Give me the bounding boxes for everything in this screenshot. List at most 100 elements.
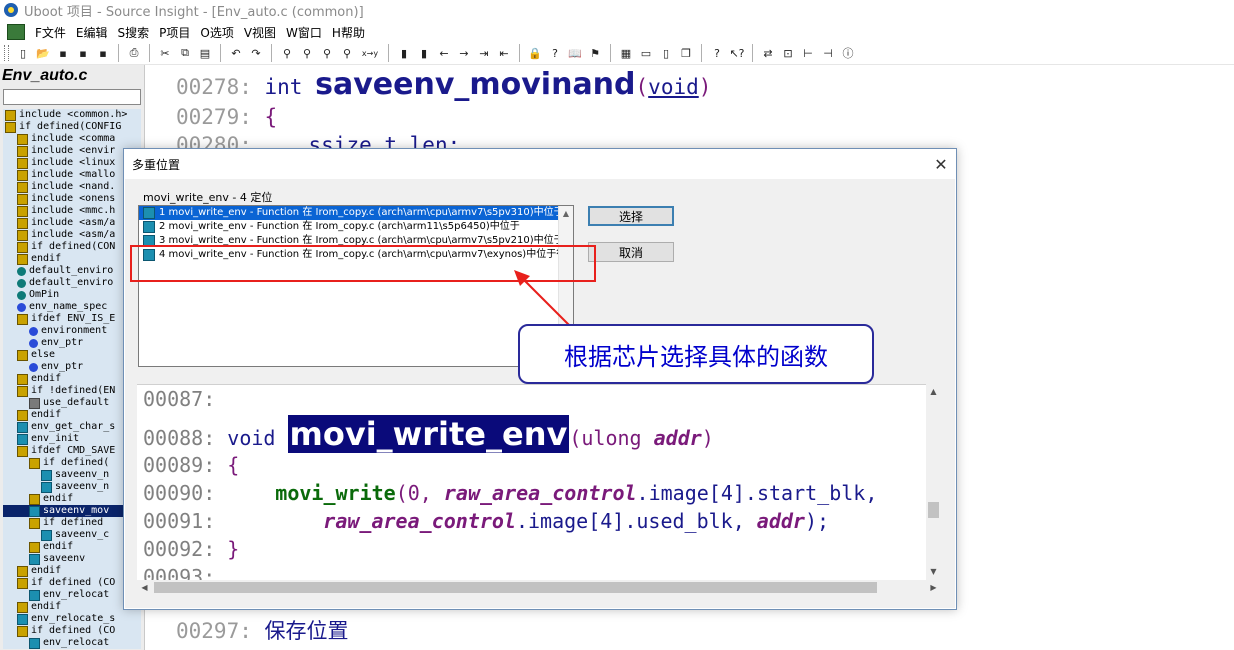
symbol-item[interactable]: default_enviro <box>3 277 141 289</box>
menu-project[interactable]: P项目 <box>159 24 190 41</box>
browse-icon[interactable]: 📖 <box>567 45 583 61</box>
call-graph-icon[interactable]: ⊣ <box>820 45 836 61</box>
symbol-item[interactable]: default_enviro <box>3 265 141 277</box>
symbol-item[interactable]: env_get_char_s <box>3 421 141 433</box>
symbol-tree[interactable]: include <common.h> if defined(CONFIG inclu… <box>3 109 141 649</box>
symbol-item[interactable]: saveenv <box>3 553 141 565</box>
scroll-up-icon[interactable]: ▲ <box>559 206 573 220</box>
symbol-item[interactable]: environment <box>3 325 141 337</box>
window-tile-icon[interactable]: ▦ <box>618 45 634 61</box>
symbol-filter-input[interactable] <box>3 89 141 105</box>
symbol-item[interactable]: env_relocat <box>3 589 141 601</box>
location-item[interactable]: 2 movi_write_env - Function 在 Irom_copy.… <box>139 220 573 234</box>
preview-horizontal-scrollbar[interactable]: ◀ ▶ <box>137 580 941 595</box>
locations-list[interactable]: 1 movi_write_env - Function 在 Irom_copy.… <box>138 205 574 367</box>
search-next-icon[interactable]: ⚲ <box>299 45 315 61</box>
lookup-icon[interactable]: ⚑ <box>587 45 603 61</box>
symbol-item[interactable]: else <box>3 349 141 361</box>
replace-icon[interactable]: x→y <box>359 45 381 61</box>
symbol-item[interactable]: saveenv_c <box>3 529 141 541</box>
symbol-item[interactable]: use_default <box>3 397 141 409</box>
scroll-right-icon[interactable]: ▶ <box>926 580 941 595</box>
cut-icon[interactable]: ✂ <box>157 45 173 61</box>
search-project-icon[interactable]: ⚲ <box>339 45 355 61</box>
window-cascade-icon[interactable]: ❐ <box>678 45 694 61</box>
bookmark-icon[interactable]: ▮ <box>396 45 412 61</box>
new-file-icon[interactable]: ▯ <box>15 45 31 61</box>
menu-view[interactable]: V视图 <box>244 24 276 41</box>
symbol-item[interactable]: if defined <box>3 517 141 529</box>
help-icon[interactable]: ? <box>709 45 725 61</box>
select-button[interactable]: 选择 <box>588 206 674 226</box>
symbol-item[interactable]: ifdef CMD_SAVE <box>3 445 141 457</box>
indent-icon[interactable]: ⇥ <box>476 45 492 61</box>
window-horizontal-icon[interactable]: ▭ <box>638 45 654 61</box>
relation-icon[interactable]: ⊡ <box>780 45 796 61</box>
menu-help[interactable]: H帮助 <box>332 24 365 41</box>
symbol-item[interactable]: include <mmc.h <box>3 205 141 217</box>
tree-icon[interactable]: ⊢ <box>800 45 816 61</box>
symbol-item[interactable]: env_init <box>3 433 141 445</box>
symbol-item[interactable]: saveenv_mov <box>3 505 141 517</box>
symbol-item[interactable]: include <common.h> <box>3 109 141 121</box>
location-item[interactable]: 1 movi_write_env - Function 在 Irom_copy.… <box>139 206 573 220</box>
undo-icon[interactable]: ↶ <box>228 45 244 61</box>
scroll-down-icon[interactable]: ▼ <box>926 564 941 579</box>
close-icon[interactable]: ✕ <box>926 151 956 177</box>
info-icon[interactable]: ⓘ <box>840 45 856 61</box>
search-prev-icon[interactable]: ⚲ <box>319 45 335 61</box>
copy-icon[interactable]: ⧉ <box>177 45 193 61</box>
sync-icon[interactable]: ⇄ <box>760 45 776 61</box>
outdent-icon[interactable]: ⇤ <box>496 45 512 61</box>
toolbar-grip[interactable] <box>4 45 9 61</box>
symbol-item[interactable]: endif <box>3 541 141 553</box>
context-help-icon[interactable]: ↖? <box>729 45 745 61</box>
symbol-item[interactable]: ifdef ENV_IS_E <box>3 313 141 325</box>
symbol-item[interactable]: if defined( <box>3 457 141 469</box>
lock-icon[interactable]: 🔒 <box>527 45 543 61</box>
symbol-item[interactable]: if !defined(EN <box>3 385 141 397</box>
preview-vertical-scrollbar[interactable]: ▲ ▼ <box>926 384 941 580</box>
scroll-up-icon[interactable]: ▲ <box>926 384 941 399</box>
menu-window[interactable]: W窗口 <box>286 24 322 41</box>
symbol-item[interactable]: include <linux <box>3 157 141 169</box>
window-vertical-icon[interactable]: ▯ <box>658 45 674 61</box>
menu-search[interactable]: S搜索 <box>118 24 150 41</box>
save-icon[interactable]: ▪ <box>55 45 71 61</box>
symbol-item[interactable]: env_name_spec <box>3 301 141 313</box>
symbol-item[interactable]: include <comma <box>3 133 141 145</box>
scrollbar-thumb[interactable] <box>928 502 939 518</box>
symbol-item[interactable]: endif <box>3 373 141 385</box>
menu-file[interactable]: F文件 <box>35 24 66 41</box>
symbol-item[interactable]: endif <box>3 601 141 613</box>
symbol-item[interactable]: if defined(CONFIG <box>3 121 141 133</box>
symbol-item[interactable]: include <asm/a <box>3 229 141 241</box>
symbol-item[interactable]: env_ptr <box>3 337 141 349</box>
print-icon[interactable]: ⎙ <box>126 45 142 61</box>
symbol-item[interactable]: env_relocat <box>3 637 141 649</box>
symbol-item[interactable]: include <asm/a <box>3 217 141 229</box>
symbol-info-icon[interactable]: ? <box>547 45 563 61</box>
symbol-item[interactable]: endif <box>3 493 141 505</box>
symbol-item[interactable]: include <envir <box>3 145 141 157</box>
paste-icon[interactable]: ▤ <box>197 45 213 61</box>
save-as-icon[interactable]: ▪ <box>75 45 91 61</box>
cancel-button[interactable]: 取消 <box>588 242 674 262</box>
symbol-item[interactable]: endif <box>3 409 141 421</box>
symbol-item[interactable]: include <mallo <box>3 169 141 181</box>
menu-edit[interactable]: E编辑 <box>76 24 108 41</box>
symbol-item[interactable]: if defined(CON <box>3 241 141 253</box>
bookmark-list-icon[interactable]: ▮ <box>416 45 432 61</box>
symbol-item[interactable]: saveenv_n <box>3 469 141 481</box>
symbol-item[interactable]: include <nand. <box>3 181 141 193</box>
save-all-icon[interactable]: ▪ <box>95 45 111 61</box>
forward-icon[interactable]: → <box>456 45 472 61</box>
symbol-item[interactable]: saveenv_n <box>3 481 141 493</box>
symbol-item[interactable]: env_relocate_s <box>3 613 141 625</box>
redo-icon[interactable]: ↷ <box>248 45 264 61</box>
symbol-item[interactable]: env_ptr <box>3 361 141 373</box>
preview-pane[interactable]: 00087: 00088: void movi_write_env (ulong … <box>137 384 941 581</box>
scrollbar-thumb[interactable] <box>154 582 877 593</box>
symbol-item[interactable]: endif <box>3 253 141 265</box>
open-file-icon[interactable]: 📂 <box>35 45 51 61</box>
